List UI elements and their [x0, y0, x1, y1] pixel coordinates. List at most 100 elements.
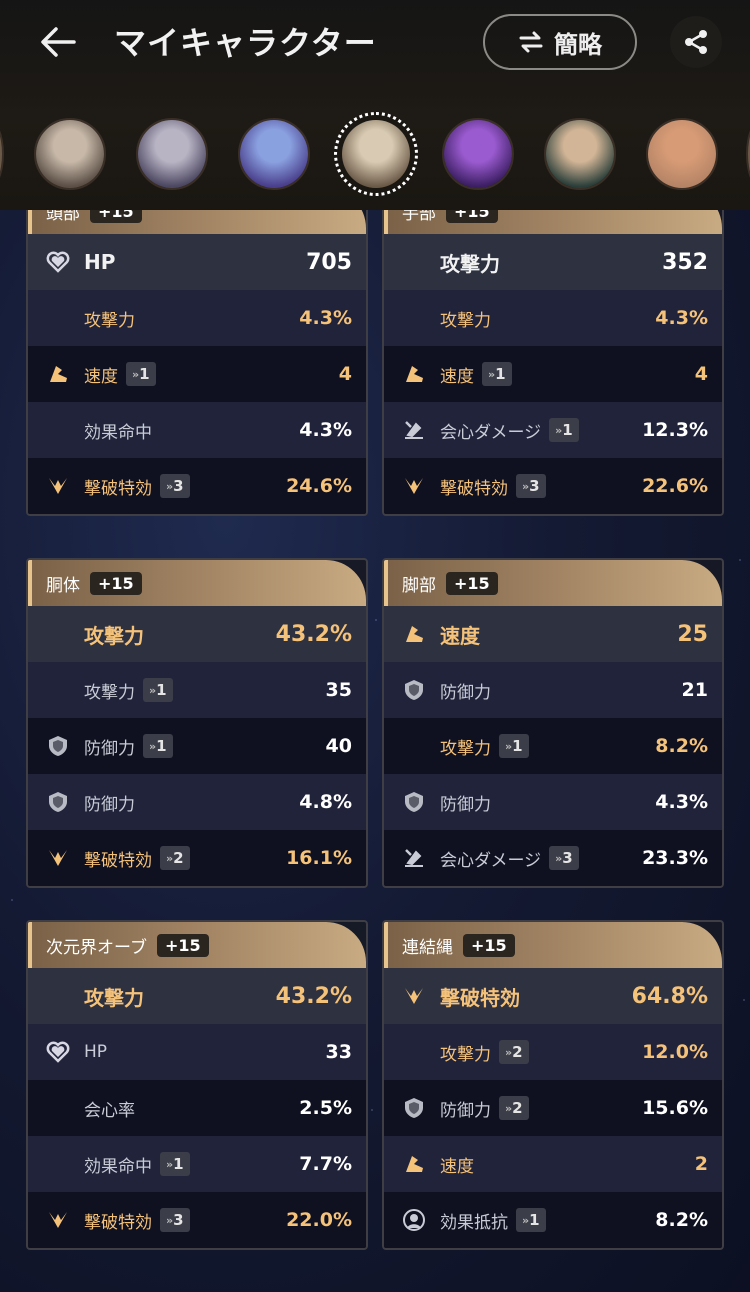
- crit-dmg-icon: [402, 418, 426, 442]
- stat-label: 撃破特効 » 3: [440, 474, 546, 499]
- stat-name: 会心ダメージ: [440, 422, 542, 443]
- sub-stat-row: 撃破特効 » 2 16.1%: [28, 830, 366, 886]
- brief-toggle-button[interactable]: 簡略: [483, 14, 637, 70]
- stat-name: 速度: [440, 366, 474, 387]
- character-avatar-4[interactable]: [334, 112, 418, 196]
- roll-count: 1: [139, 365, 150, 383]
- roll-count-badge: » 2: [499, 1096, 529, 1120]
- defense-icon: [46, 734, 70, 758]
- stat-label: HP: [84, 1042, 107, 1062]
- main-stat-row: 速度 25: [384, 606, 722, 662]
- character-avatar-5[interactable]: [442, 118, 514, 190]
- stat-value: 64.8%: [631, 983, 708, 1009]
- page-title: マイキャラクター: [114, 24, 377, 62]
- stat-label: 撃破特効 » 2: [84, 846, 190, 871]
- stat-value: 22.0%: [286, 1209, 352, 1231]
- roll-count: 2: [512, 1099, 523, 1117]
- break-effect-icon: [46, 474, 70, 498]
- stat-name: HP: [84, 250, 116, 274]
- stat-name: 撃破特効: [440, 985, 520, 1010]
- stat-label: 攻撃力: [84, 620, 144, 649]
- defense-icon: [402, 790, 426, 814]
- character-avatar-1[interactable]: [34, 118, 106, 190]
- sub-stat-row: 防御力 4.3%: [384, 774, 722, 830]
- share-button[interactable]: [670, 16, 722, 68]
- relic-card-header: 脚部 +15: [384, 560, 722, 606]
- relic-slot-name: 次元界オーブ: [46, 937, 147, 958]
- stat-name: 攻撃力: [84, 985, 144, 1010]
- roll-count-badge: » 3: [160, 1208, 190, 1232]
- character-avatar-2[interactable]: [136, 118, 208, 190]
- speed-icon: [402, 622, 426, 646]
- relic-card[interactable]: 連結縄 +15 撃破特効 64.8% 攻撃力» 2 12.0% 防御力» 2 15.6% 速度 2 効果…: [382, 920, 724, 1250]
- main-stat-row: 撃破特効 64.8%: [384, 968, 722, 1024]
- character-avatar-7[interactable]: [646, 118, 718, 190]
- roll-count-badge: » 2: [160, 846, 190, 870]
- stat-name: 速度: [440, 623, 480, 648]
- character-selector: [0, 112, 750, 196]
- sub-stat-row: 攻撃力 4.3%: [28, 290, 366, 346]
- roll-count-badge: » 2: [499, 1040, 529, 1064]
- sub-stat-row: 撃破特効 » 3 22.0%: [28, 1192, 366, 1248]
- chevrons-icon: »: [522, 1213, 529, 1227]
- stat-label: 効果命中 » 1: [84, 1152, 190, 1177]
- relic-card[interactable]: 頭部 +15 HP 705 攻撃力 4.3% 速度» 1 4 効果命中 4.3% 撃破特効» 3 24.6…: [26, 186, 368, 516]
- stat-value: 40: [325, 735, 352, 757]
- stat-label: 撃破特効 » 3: [84, 1208, 190, 1233]
- character-portrait: [138, 120, 206, 188]
- roll-count: 3: [562, 849, 573, 867]
- relic-card[interactable]: 脚部 +15 速度 25 防御力 21 攻撃力» 1 8.2% 防御力 4.3% 会心ダメージ» 3 23…: [382, 558, 724, 888]
- sub-stat-row: 攻撃力 » 1 8.2%: [384, 718, 722, 774]
- stat-name: 攻撃力: [440, 251, 500, 276]
- relic-slot-name: 脚部: [402, 575, 436, 596]
- roll-count: 3: [529, 477, 540, 495]
- roll-count: 3: [173, 477, 184, 495]
- stat-value: 8.2%: [655, 1209, 708, 1231]
- character-portrait: [240, 120, 308, 188]
- roll-count: 1: [173, 1155, 184, 1173]
- break-effect-icon: [46, 846, 70, 870]
- chevrons-icon: »: [166, 851, 173, 865]
- relic-card[interactable]: 胴体 +15 攻撃力 43.2% 攻撃力» 1 35 防御力» 1 40 防御力 4.8% 撃破特効» 2…: [26, 558, 368, 888]
- stat-value: 21: [681, 679, 708, 701]
- character-avatar-3[interactable]: [238, 118, 310, 190]
- defense-icon: [46, 790, 70, 814]
- relic-level-badge: +15: [463, 933, 515, 957]
- character-partial-left[interactable]: [0, 118, 4, 190]
- stat-label: 攻撃力: [440, 306, 491, 331]
- stat-value: 22.6%: [642, 475, 708, 497]
- sub-stat-row: 効果命中 » 1 7.7%: [28, 1136, 366, 1192]
- roll-count: 1: [156, 737, 167, 755]
- sub-stat-row: 速度 » 1 4: [28, 346, 366, 402]
- relic-level-badge: +15: [90, 571, 142, 595]
- stat-value: 4.8%: [299, 791, 352, 813]
- stat-label: HP: [84, 250, 115, 274]
- character-avatar-6[interactable]: [544, 118, 616, 190]
- stat-label: 攻撃力 » 1: [440, 734, 529, 759]
- stat-value: 4.3%: [299, 419, 352, 441]
- stat-name: 撃破特効: [440, 478, 508, 499]
- stat-name: 効果抵抗: [440, 1212, 508, 1233]
- relic-level-badge: +15: [156, 933, 209, 957]
- stat-name: 効果命中: [84, 1156, 152, 1177]
- stat-value: 705: [306, 249, 352, 275]
- back-button[interactable]: [36, 22, 80, 62]
- stat-name: 攻撃力: [440, 310, 491, 331]
- stat-value: 35: [325, 679, 352, 701]
- character-partial-right[interactable]: [746, 118, 750, 190]
- relic-card[interactable]: 次元界オーブ +15 攻撃力 43.2% HP 33 会心率 2.5% 効果命中» 1 7.7% 撃破…: [26, 920, 368, 1250]
- roll-count-badge: » 1: [126, 362, 156, 386]
- speed-icon: [46, 362, 70, 386]
- stat-value: 352: [662, 249, 708, 275]
- stat-name: 会心率: [84, 1100, 135, 1121]
- relic-card[interactable]: 手部 +15 攻撃力 352 攻撃力 4.3% 速度» 1 4 会心ダメージ» 1 12.3% 撃破特効…: [382, 186, 724, 516]
- relic-card-header: 連結縄 +15: [384, 922, 722, 968]
- stat-name: 防御力: [440, 1100, 491, 1121]
- stat-label: 防御力 » 2: [440, 1096, 529, 1121]
- defense-icon: [402, 678, 426, 702]
- roll-count: 2: [173, 849, 184, 867]
- stat-label: 撃破特効 » 3: [84, 474, 190, 499]
- defense-icon: [402, 1096, 426, 1120]
- stat-value: 15.6%: [642, 1097, 708, 1119]
- sub-stat-row: 攻撃力 » 1 35: [28, 662, 366, 718]
